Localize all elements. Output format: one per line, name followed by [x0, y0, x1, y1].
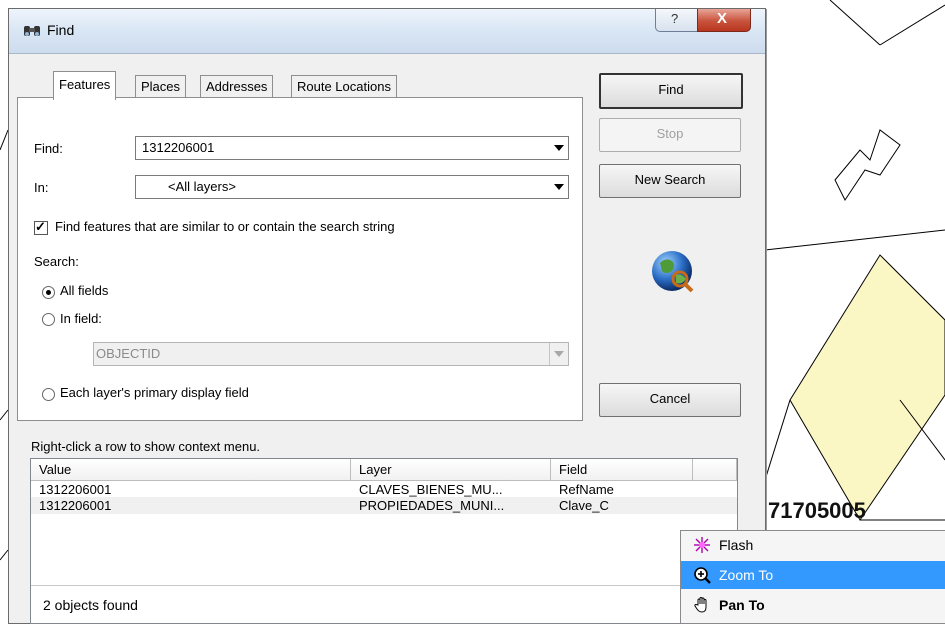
table-row[interactable]: 1312206001 PROPIEDADES_MUNI... Clave_C — [31, 497, 737, 514]
row-field: Clave_C — [559, 498, 609, 513]
results-hint: Right-click a row to show context menu. — [31, 439, 261, 454]
similar-checkbox-label[interactable]: Find features that are similar to or con… — [55, 219, 395, 234]
chevron-down-icon — [549, 343, 568, 365]
flash-icon — [694, 537, 710, 553]
menu-item-label: Pan To — [719, 597, 765, 613]
parcel-label: 71705005 — [768, 498, 866, 523]
menu-item-flash[interactable]: Flash — [681, 531, 945, 559]
in-layer-value: <All layers> — [168, 179, 236, 194]
status-divider — [31, 585, 737, 586]
features-tab-panel: Find: 1312206001 In: <All layers> Find f… — [17, 97, 583, 421]
row-value: 1312206001 — [39, 482, 112, 497]
tab-features[interactable]: Features — [53, 71, 117, 100]
column-header-field[interactable]: Field — [551, 459, 693, 481]
context-menu: Flash Zoom To Pan To — [680, 530, 945, 624]
in-layer-combobox[interactable]: <All layers> — [135, 175, 569, 199]
chevron-down-icon[interactable] — [550, 137, 568, 159]
title-bar[interactable]: Find ? X — [9, 9, 765, 54]
globe-search-icon — [652, 251, 694, 293]
similar-checkbox[interactable] — [34, 219, 48, 235]
stop-button: Stop — [599, 118, 741, 152]
chevron-down-icon[interactable] — [550, 176, 568, 198]
window-title: Find — [47, 22, 75, 38]
radio-in-field[interactable] — [42, 313, 55, 326]
menu-item-pan-to[interactable]: Pan To — [681, 591, 945, 619]
zoom-in-icon — [694, 567, 711, 584]
new-search-button[interactable]: New Search — [599, 164, 741, 198]
cancel-button[interactable]: Cancel — [599, 383, 741, 417]
pan-hand-icon — [694, 596, 707, 613]
table-row[interactable]: 1312206001 CLAVES_BIENES_MU... RefName — [31, 481, 737, 498]
in-label: In: — [34, 180, 49, 195]
field-value: OBJECTID — [96, 346, 161, 361]
row-value: 1312206001 — [39, 498, 112, 513]
tab-addresses[interactable]: Addresses — [200, 75, 274, 98]
column-header-filler — [693, 459, 737, 481]
row-layer: CLAVES_BIENES_MU... — [359, 482, 503, 497]
find-label: Find: — [34, 141, 63, 156]
tab-route-locations[interactable]: Route Locations — [291, 75, 397, 98]
menu-item-label: Flash — [719, 537, 754, 553]
help-button[interactable]: ? — [655, 9, 699, 32]
radio-all-fields-label[interactable]: All fields — [60, 283, 108, 298]
tab-places[interactable]: Places — [135, 75, 187, 98]
radio-in-field-label[interactable]: In field: — [60, 311, 102, 326]
row-layer: PROPIEDADES_MUNI... — [359, 498, 505, 513]
close-icon: X — [717, 10, 728, 27]
row-field: RefName — [559, 482, 614, 497]
find-button[interactable]: Find — [599, 73, 743, 109]
menu-item-label: Zoom To — [719, 567, 774, 583]
search-label: Search: — [34, 254, 79, 269]
find-value: 1312206001 — [142, 140, 215, 155]
radio-primary-field-label[interactable]: Each layer's primary display field — [60, 385, 249, 400]
results-table[interactable]: Value Layer Field 1312206001 CLAVES_BIEN… — [30, 458, 738, 624]
status-text: 2 objects found — [43, 597, 138, 613]
radio-primary-field[interactable] — [42, 388, 55, 401]
radio-all-fields[interactable] — [42, 286, 55, 299]
field-combobox: OBJECTID — [93, 342, 569, 366]
find-combobox[interactable]: 1312206001 — [135, 136, 569, 160]
help-icon: ? — [671, 11, 679, 26]
column-header-layer[interactable]: Layer — [351, 459, 551, 481]
menu-item-zoom-to[interactable]: Zoom To — [681, 561, 945, 589]
close-button[interactable]: X — [697, 9, 751, 32]
binoculars-icon — [24, 26, 40, 36]
column-header-value[interactable]: Value — [31, 459, 351, 481]
